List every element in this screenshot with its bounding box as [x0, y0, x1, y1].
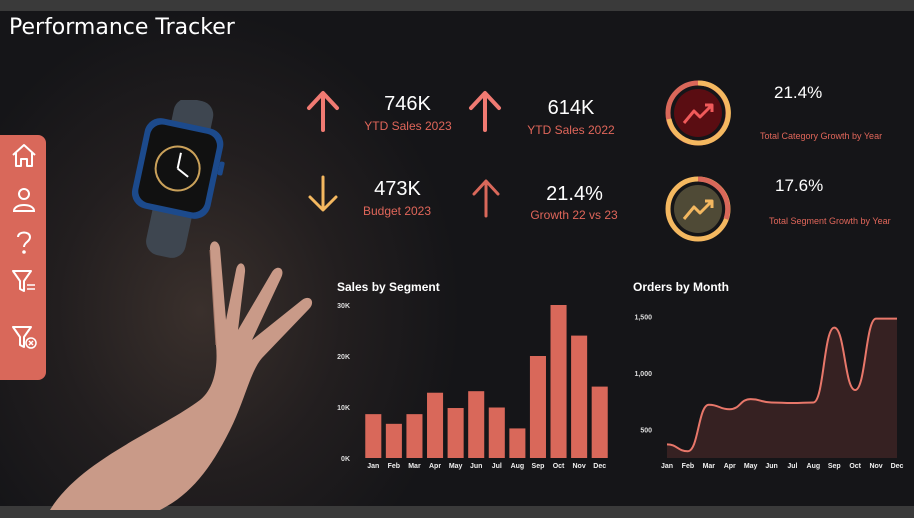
segment-growth-label: Total Segment Growth by Year — [769, 216, 891, 226]
clear-filter-icon — [12, 326, 37, 349]
arrow-down-icon — [308, 175, 338, 212]
y-tick-label: 1,500 — [634, 314, 652, 321]
x-tick-label: Dec — [593, 463, 606, 470]
bar — [529, 356, 546, 458]
x-tick-label: Sep — [828, 463, 841, 470]
sidebar — [0, 135, 46, 380]
hero-image — [50, 100, 312, 510]
x-tick-label: Jul — [492, 463, 502, 470]
arrow-up-icon — [472, 179, 500, 218]
x-tick-label: Jan — [367, 463, 379, 470]
kpi-ytd-2022-label: YTD Sales 2022 — [527, 123, 615, 137]
orders-by-month-chart: 500 1,000 1,500 Jan Feb Mar Apr May Jun Jul Aug Sep… — [634, 314, 904, 470]
x-tick-label: Sep — [532, 463, 545, 470]
help-icon — [17, 231, 32, 254]
x-tick-label: Aug — [807, 463, 821, 470]
smartwatch-image — [131, 100, 225, 258]
hand-image — [50, 241, 312, 510]
x-tick-label: Apr — [724, 463, 736, 470]
x-tick-label: Oct — [849, 463, 861, 470]
category-growth-label: Total Category Growth by Year — [760, 131, 883, 141]
nav-filter[interactable] — [10, 267, 38, 295]
bar — [550, 305, 567, 458]
y-tick-label: 10K — [337, 405, 350, 412]
y-tick-label: 1,000 — [634, 371, 652, 378]
x-tick-label: Aug — [511, 463, 525, 470]
bar — [488, 407, 505, 458]
y-tick-label: 30K — [337, 303, 350, 310]
bar — [427, 392, 444, 458]
y-tick-label: 500 — [640, 428, 652, 435]
x-tick-label: Feb — [388, 463, 400, 470]
x-tick-label: Mar — [408, 463, 421, 470]
x-tick-label: Feb — [682, 463, 694, 470]
x-tick-label: Oct — [553, 463, 565, 470]
area-fill — [667, 318, 897, 458]
x-tick-label: Jul — [787, 463, 797, 470]
x-tick-label: May — [744, 463, 758, 470]
nav-home[interactable] — [10, 141, 38, 169]
bar — [385, 423, 402, 458]
bar — [468, 391, 485, 458]
nav-clear-filter[interactable] — [10, 323, 38, 351]
nav-help[interactable] — [10, 228, 38, 256]
category-growth-value: 21.4% — [774, 83, 823, 102]
kpi-budget-label: Budget 2023 — [362, 204, 432, 218]
home-icon — [12, 144, 36, 167]
x-tick-label: Dec — [891, 463, 904, 470]
bar — [406, 414, 423, 458]
sales-by-segment-chart: 0K 10K 20K 30K Jan Feb Mar Apr May Jun Jul Aug Sep Oc… — [337, 303, 608, 470]
orders-chart-title: Orders by Month — [633, 280, 730, 294]
filter-icon — [12, 270, 35, 292]
nav-user[interactable] — [10, 185, 38, 213]
x-tick-label: Nov — [573, 463, 586, 470]
bar — [591, 386, 608, 458]
kpi-ytd-2023-value: 746K — [384, 93, 431, 115]
top-bar — [0, 0, 914, 11]
x-tick-label: Jun — [470, 463, 482, 470]
category-growth-ring — [665, 80, 731, 146]
x-tick-label: Apr — [429, 463, 441, 470]
x-tick-label: Jan — [661, 463, 673, 470]
segment-growth-ring — [665, 176, 731, 242]
arrow-up-icon — [469, 91, 501, 132]
y-tick-label: 20K — [337, 354, 350, 361]
x-tick-label: Jun — [765, 463, 777, 470]
x-tick-label: Mar — [703, 463, 716, 470]
kpi-growth-value: 21.4% — [546, 183, 603, 205]
arrow-up-icon — [307, 91, 339, 132]
x-tick-label: Nov — [869, 463, 882, 470]
kpi-ytd-2023-label: YTD Sales 2023 — [364, 119, 452, 133]
y-tick-label: 0K — [341, 456, 350, 463]
bar — [571, 335, 588, 458]
kpi-budget-value: 473K — [374, 178, 421, 200]
x-tick-label: May — [449, 463, 463, 470]
bar — [447, 408, 464, 458]
user-icon — [12, 188, 36, 212]
bar — [509, 428, 526, 458]
segment-growth-value: 17.6% — [775, 176, 824, 195]
sales-chart-title: Sales by Segment — [337, 280, 440, 294]
page-title: Performance Tracker — [9, 15, 235, 40]
kpi-ytd-2022-value: 614K — [547, 97, 595, 119]
bar — [365, 414, 382, 458]
kpi-growth-label: Growth 22 vs 23 — [530, 208, 618, 222]
